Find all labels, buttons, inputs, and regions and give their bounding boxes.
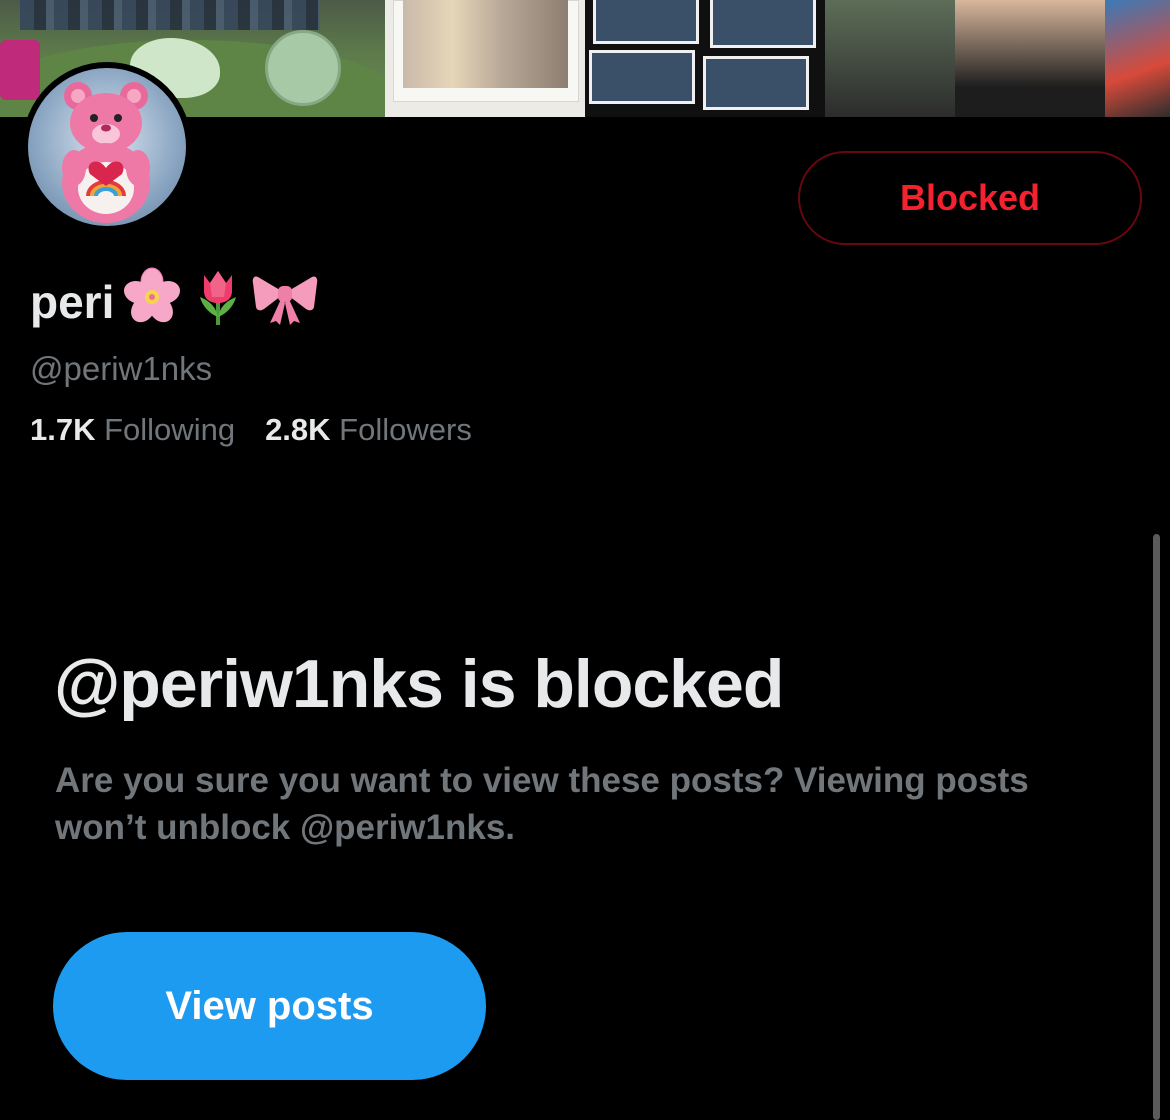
banner-photo-polaroid: [385, 0, 585, 117]
following-count: 1.7K: [30, 412, 96, 447]
view-posts-label: View posts: [165, 983, 374, 1028]
care-bear-avatar-icon: [62, 82, 150, 223]
scrollbar[interactable]: [1153, 534, 1160, 1120]
cherry-blossom-icon: [120, 267, 184, 338]
blocked-notice-title: @periw1nks is blocked: [54, 646, 784, 722]
blocked-button-label: Blocked: [899, 177, 1041, 218]
following-label: Following: [104, 412, 236, 447]
followers-link[interactable]: 2.8K Followers: [265, 412, 472, 448]
avatar[interactable]: [22, 62, 192, 232]
tulip-icon: [190, 267, 246, 338]
view-posts-button[interactable]: View posts: [53, 932, 486, 1080]
following-link[interactable]: 1.7K Following: [30, 412, 235, 448]
ribbon-icon: [252, 267, 318, 338]
profile-stats: 1.7K Following 2.8K Followers: [30, 412, 472, 448]
profile-handle: @periw1nks: [30, 350, 213, 387]
followers-count: 2.8K: [265, 412, 331, 447]
display-name-text: peri: [30, 276, 115, 328]
banner-photo-group: [825, 0, 1170, 117]
followers-label: Followers: [339, 412, 472, 447]
banner-photo-filmstrip: [585, 0, 825, 117]
display-name: peri: [30, 267, 318, 334]
blocked-button[interactable]: Blocked: [798, 151, 1142, 245]
blocked-notice-description: Are you sure you want to view these post…: [55, 761, 1029, 847]
